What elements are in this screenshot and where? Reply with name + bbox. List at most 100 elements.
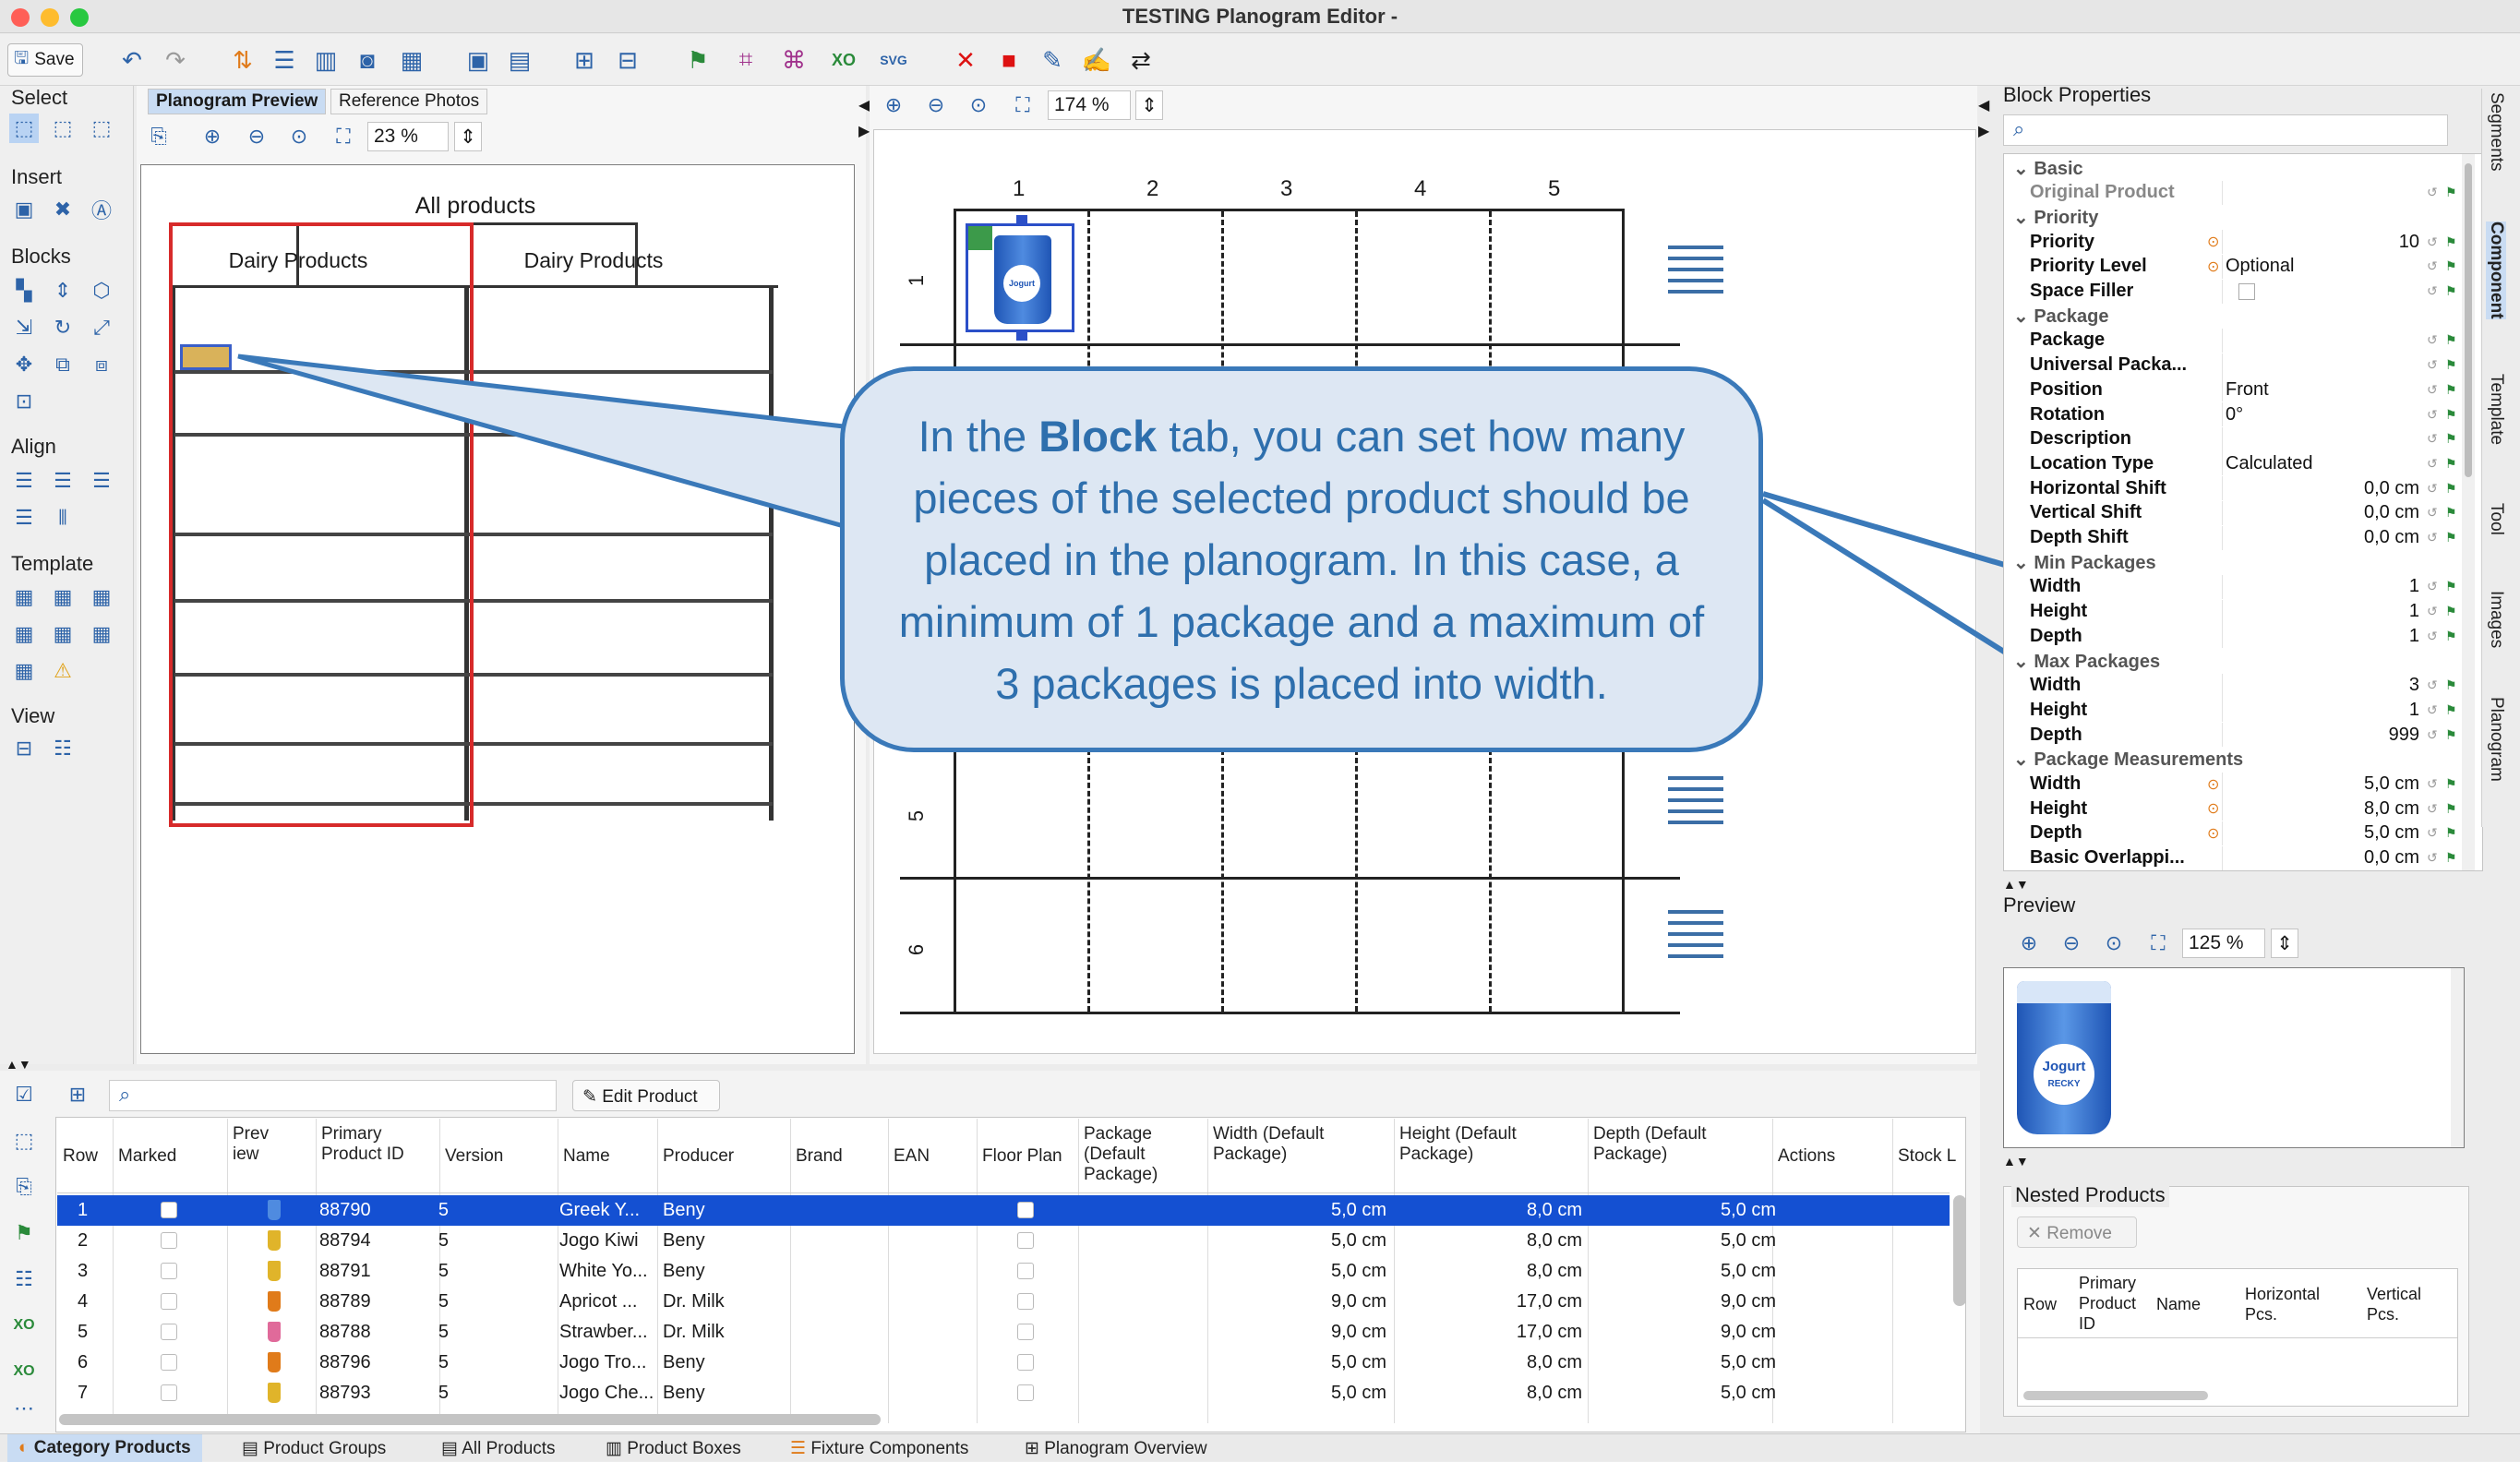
edit-icon[interactable]: ✍ (1080, 43, 1113, 77)
svg-export-icon[interactable]: SVG (877, 43, 910, 77)
property-row[interactable]: Depth 1 ↺ ⚑ (2004, 624, 2466, 649)
template-warning-icon[interactable]: ⚠ (48, 656, 78, 686)
remove-button[interactable]: ✕ Remove (2017, 1216, 2137, 1248)
tab-reference-photos[interactable]: Reference Photos (330, 89, 488, 114)
fit-icon[interactable]: ⛶ (329, 122, 358, 151)
shelves-icon[interactable]: ☰ (268, 43, 301, 77)
block-nest-icon[interactable]: ⧉ (48, 350, 78, 379)
property-value[interactable]: 10 (2226, 232, 2419, 253)
table-header-cell[interactable]: Primary Product ID (321, 1124, 436, 1165)
zoom-reset-icon[interactable]: ⊙ (284, 122, 314, 151)
property-row[interactable]: Height 1 ↺ ⚑ (2004, 599, 2466, 624)
table-header-cell[interactable]: Prev iew (233, 1124, 273, 1165)
table-icon[interactable]: ⊞ (568, 43, 601, 77)
pin-value-icon[interactable]: ⚑ (2445, 579, 2457, 594)
table-row[interactable]: 7 88793 5 Jogo Che... Beny 5,0 cm 8,0 cm 5,0 cm (57, 1378, 1950, 1408)
align-columns-icon[interactable]: ⦀ (48, 503, 78, 533)
main-zoom-in-icon[interactable]: ⊕ (879, 90, 908, 120)
marked-checkbox[interactable] (161, 1293, 177, 1310)
floor-plan-checkbox[interactable] (1017, 1354, 1034, 1371)
tab-fixture-components[interactable]: ☰ Fixture Components (790, 1438, 968, 1459)
property-group[interactable]: ⌄ Priority (2004, 205, 2466, 229)
select-area-icon[interactable]: ⬚ (48, 114, 78, 143)
property-value[interactable]: 5,0 cm (2226, 773, 2419, 795)
sort-icon[interactable]: ⇅ (226, 43, 259, 77)
select-shelf-icon[interactable]: ⬚ (87, 114, 116, 143)
tab-product-groups[interactable]: ▤ Product Groups (242, 1438, 386, 1459)
property-value[interactable]: 1 (2226, 700, 2419, 721)
floor-plan-checkbox[interactable] (1017, 1324, 1034, 1340)
property-row[interactable]: Basic Overlappi... 0,0 cm ↺ ⚑ (2004, 845, 2466, 870)
property-row[interactable]: Original Product ↺ ⚑ (2004, 180, 2466, 205)
floor-plan-checkbox[interactable] (1017, 1263, 1034, 1279)
pin-value-icon[interactable]: ⚑ (2445, 825, 2457, 841)
block-expand-icon[interactable]: ⤢ (87, 313, 116, 342)
table-header-cell[interactable]: Width (Default Package) (1213, 1124, 1390, 1165)
block-box-icon[interactable]: ⬡ (87, 276, 116, 306)
tab-tool[interactable]: Tool (2486, 503, 2506, 535)
pin-value-icon[interactable]: ⚑ (2445, 283, 2457, 299)
property-row[interactable]: Description ↺ ⚑ (2004, 426, 2466, 451)
pin-value-icon[interactable]: ⚑ (2445, 850, 2457, 866)
table-header-cell[interactable]: Brand (796, 1146, 884, 1167)
reset-icon[interactable]: ↺ (2427, 357, 2438, 373)
pin-value-icon[interactable]: ⚑ (2445, 629, 2457, 644)
tab-planogram[interactable]: Planogram (2486, 697, 2506, 782)
pin-value-icon[interactable]: ⚑ (2445, 481, 2457, 497)
property-value[interactable]: 1 (2226, 626, 2419, 647)
template-b-icon[interactable]: ▦ (48, 582, 78, 612)
marked-checkbox[interactable] (161, 1354, 177, 1371)
property-group[interactable]: ⌄ Basic (2004, 156, 2466, 180)
pin-value-icon[interactable]: ⚑ (2445, 332, 2457, 348)
property-row[interactable]: Width 1 ↺ ⚑ (2004, 574, 2466, 599)
tab-planogram-overview[interactable]: ⊞ Planogram Overview (1025, 1438, 1207, 1459)
nested-split-icon[interactable]: ▲▼ (2003, 1154, 2029, 1168)
property-row[interactable]: Depth Shift 0,0 cm ↺ ⚑ (2004, 525, 2466, 550)
reset-icon[interactable]: ↺ (2427, 776, 2438, 792)
property-value[interactable]: Calculated (2226, 453, 2419, 474)
preview-split-icon[interactable]: ▲▼ (2003, 877, 2029, 892)
property-group[interactable]: ⌄ Min Packages (2004, 550, 2466, 574)
property-row[interactable]: Height 1 ↺ ⚑ (2004, 698, 2466, 723)
template-d-icon[interactable]: ▦ (9, 619, 39, 649)
table-header-cell[interactable]: Package (Default Package) (1084, 1124, 1204, 1185)
undo-icon[interactable]: ↶ (115, 43, 149, 77)
properties-scrollbar[interactable] (2462, 154, 2475, 870)
align-right-icon[interactable]: ☰ (87, 466, 116, 496)
pin-value-icon[interactable]: ⚑ (2445, 431, 2457, 447)
property-value[interactable]: 0,0 cm (2226, 847, 2419, 869)
table-header-cell[interactable]: Actions (1778, 1146, 1889, 1167)
properties-search-input[interactable]: ⌕ (2003, 114, 2448, 146)
reset-icon[interactable]: ↺ (2427, 530, 2438, 545)
property-value[interactable]: 0,0 cm (2226, 502, 2419, 523)
property-row[interactable]: Priority Level Optional ⊙ ↺ ⚑ (2004, 254, 2466, 279)
block-grid-icon[interactable]: ▚ (9, 276, 39, 306)
mini-selected-block[interactable] (180, 344, 232, 370)
side-excel-icon[interactable]: XO (9, 1311, 39, 1340)
reset-icon[interactable]: ↺ (2427, 579, 2438, 594)
tab-product-boxes[interactable]: ▥ Product Boxes (606, 1438, 741, 1459)
align-center-icon[interactable]: ☰ (48, 466, 78, 496)
property-group[interactable]: ⌄ Package (2004, 304, 2466, 328)
marked-checkbox[interactable] (161, 1202, 177, 1218)
stop-icon[interactable]: ■ (992, 43, 1026, 77)
camera-icon[interactable]: ◙ (351, 43, 384, 77)
property-value[interactable]: Front (2226, 379, 2419, 401)
table-row[interactable]: 2 88794 5 Jogo Kiwi Beny 5,0 cm 8,0 cm 5,0 cm (57, 1226, 1950, 1256)
template-f-icon[interactable]: ▦ (87, 619, 116, 649)
insert-x-icon[interactable]: ✖ (48, 195, 78, 224)
property-value[interactable]: 999 (2226, 725, 2419, 746)
table-header-cell[interactable]: Depth (Default Package) (1593, 1124, 1769, 1165)
reset-icon[interactable]: ↺ (2427, 332, 2438, 348)
reset-icon[interactable]: ↺ (2427, 456, 2438, 472)
export-icon[interactable]: ⎘ (144, 122, 174, 151)
side-more-icon[interactable]: ⋯ (9, 1394, 39, 1423)
preview-zoom-in-icon[interactable]: ⊕ (2014, 929, 2044, 958)
property-row[interactable]: Universal Packa... ↺ ⚑ (2004, 353, 2466, 377)
table-row[interactable]: 5 88788 5 Strawber... Dr. Milk 9,0 cm 17,0 cm 9… (57, 1317, 1950, 1348)
reset-icon[interactable]: ↺ (2427, 431, 2438, 447)
insert-product-icon[interactable]: ▣ (9, 195, 39, 224)
table-row[interactable]: 4 88789 5 Apricot ... Dr. Milk 9,0 cm 17,0 cm 9… (57, 1287, 1950, 1317)
block-split-icon[interactable]: ⇲ (9, 313, 39, 342)
marked-checkbox[interactable] (161, 1384, 177, 1401)
